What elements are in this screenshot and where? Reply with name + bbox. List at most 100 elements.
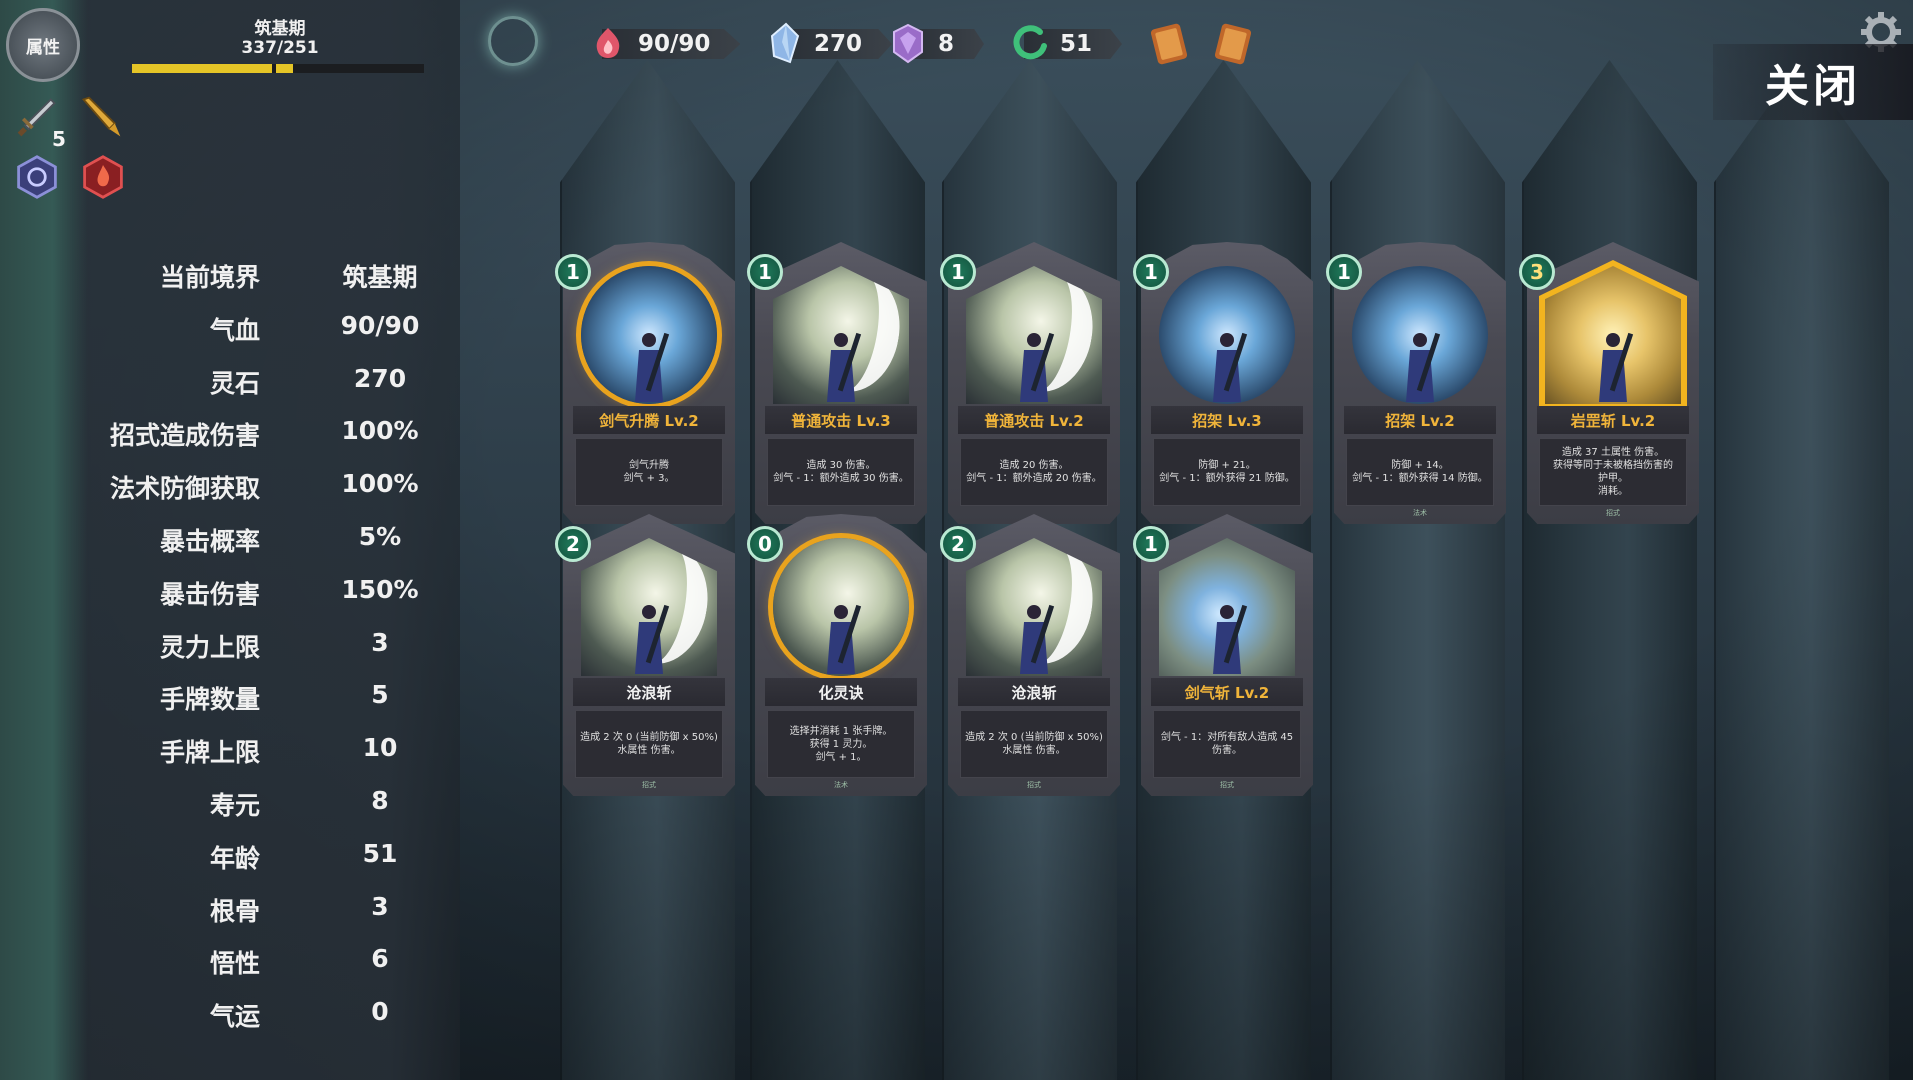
stat-row: 法术防御获取 100%: [70, 469, 450, 522]
spirit-orb-icon[interactable]: [10, 150, 64, 204]
skill-card[interactable]: 3 岩罡斩 Lv.2 造成 37 土属性 伤害。 获得等同于未被格挡伤害的 护甲。 消耗。…: [1519, 242, 1707, 524]
card-art: [1159, 266, 1295, 404]
attributes-button[interactable]: 属性: [6, 8, 80, 82]
card-type: 法术: [834, 781, 848, 789]
stat-value: 100%: [341, 469, 419, 499]
card-description-line: 造成 30 伤害。: [806, 460, 876, 471]
stat-row: 招式造成伤害 100%: [70, 416, 450, 469]
exp-bar: [132, 64, 424, 73]
dagger-icon[interactable]: [74, 90, 128, 144]
skill-card[interactable]: 1 招架 Lv.3 防御 + 21。 剑气 - 1：额外获得 21 防御。: [1133, 242, 1321, 524]
card-title: 沧浪斩: [573, 678, 725, 706]
card-art: [581, 266, 717, 404]
stat-label: 气血: [209, 315, 260, 345]
card-cost: 1: [1133, 526, 1169, 562]
card-description-line: 剑气 - 1：额外造成 30 伤害。: [773, 473, 909, 484]
stat-label: 根骨: [209, 896, 260, 926]
card-description-line: 剑气 - 1：对所有敌人造成 45: [1160, 732, 1294, 743]
stat-label: 寿元: [209, 790, 260, 820]
portal-ring-icon: [488, 16, 538, 66]
card-cost: 1: [940, 254, 976, 290]
stat-value: 270: [353, 363, 407, 393]
stat-value: 0: [371, 997, 389, 1027]
skill-card[interactable]: 1 普通攻击 Lv.2 造成 20 伤害。 剑气 - 1：额外造成 20 伤害。: [940, 242, 1128, 524]
card-cost: 2: [555, 526, 591, 562]
stat-value: 6: [371, 944, 389, 974]
skill-card[interactable]: 1 剑气升腾 Lv.2 剑气升腾 剑气 + 3。: [555, 242, 743, 524]
card-description-line: 剑气 - 1：额外造成 20 伤害。: [966, 473, 1102, 484]
card-description-line: 水属性 伤害。: [1002, 745, 1066, 756]
stat-value: 100%: [341, 416, 419, 446]
stat-label: 灵石: [209, 368, 260, 398]
card-description-line: 防御 + 21。: [1198, 460, 1256, 471]
card-title: 剑气斩 Lv.2: [1151, 678, 1303, 706]
swordsman-figure-icon: [625, 328, 670, 402]
card-description: 选择并消耗 1 张手牌。 获得 1 灵力。 剑气 + 1。: [767, 710, 915, 778]
stat-value: 51: [362, 838, 398, 868]
stat-value: 90/90: [340, 310, 420, 340]
talisman-relic-icon[interactable]: [1210, 20, 1256, 68]
stats-list: 当前境界 筑基期 气血 90/90 灵石 270 招式造成伤害 100% 法术防御获取 1…: [70, 258, 450, 1050]
card-cost: 1: [1133, 254, 1169, 290]
card-description: 防御 + 21。 剑气 - 1：额外获得 21 防御。: [1153, 438, 1301, 506]
attributes-button-label: 属性: [26, 37, 60, 58]
stat-label: 气运: [209, 1002, 260, 1032]
close-button-label: 关闭: [1765, 61, 1861, 112]
stat-row: 气运 0: [70, 997, 450, 1050]
card-description-line: 防御 + 14。: [1391, 460, 1449, 471]
stat-row: 当前境界 筑基期: [70, 258, 450, 311]
stat-label: 当前境界: [159, 263, 260, 292]
scroll-relic-icon[interactable]: [1146, 20, 1192, 68]
swordsman-figure-icon: [1010, 328, 1055, 402]
stat-row: 气血 90/90: [70, 311, 450, 364]
card-description: 造成 2 次 0 (当前防御 x 50%) 水属性 伤害。: [960, 710, 1108, 778]
close-button[interactable]: 关闭: [1713, 44, 1913, 120]
stat-label: 年龄: [209, 843, 260, 873]
card-title: 招架 Lv.2: [1344, 406, 1496, 434]
swordsman-figure-icon: [625, 600, 670, 674]
realm-name: 筑基期: [254, 19, 306, 39]
stat-label: 暴击伤害: [159, 579, 260, 609]
card-cost: 1: [1326, 254, 1362, 290]
stat-row: 灵力上限 3: [70, 628, 450, 681]
stat-value: 8: [371, 785, 389, 815]
stat-row: 暴击伤害 150%: [70, 575, 450, 628]
stat-row: 手牌数量 5: [70, 680, 450, 733]
stat-value: 5: [371, 680, 389, 710]
card-description-line: 消耗。: [1598, 486, 1628, 497]
card-description-line: 护甲。: [1598, 473, 1628, 484]
card-description: 造成 20 伤害。剑气 - 1：额外造成 20 伤害。: [960, 438, 1108, 506]
card-description-line: 获得 1 灵力。: [809, 738, 873, 750]
card-description: 防御 + 14。 剑气 - 1：额外获得 14 防御。: [1346, 438, 1494, 506]
swordsman-figure-icon: [817, 328, 862, 402]
skill-card[interactable]: 2 沧浪斩 造成 2 次 0 (当前防御 x 50%) 水属性 伤害。 招式: [555, 514, 743, 796]
card-type: 招式: [1027, 781, 1041, 789]
card-grid: 1 剑气升腾 Lv.2 剑气升腾 剑气 + 3。 1 普通攻击 Lv.3 造成 30 伤害。…: [555, 242, 1735, 802]
skill-card[interactable]: 1 普通攻击 Lv.3 造成 30 伤害。剑气 - 1：额外造成 30 伤害。: [747, 242, 935, 524]
flame-seal-icon[interactable]: [76, 150, 130, 204]
card-description-line: 造成 37 土属性 伤害。: [1561, 447, 1665, 458]
card-type: 招式: [1606, 509, 1620, 517]
stat-row: 手牌上限 10: [70, 733, 450, 786]
card-title: 岩罡斩 Lv.2: [1537, 406, 1689, 434]
skill-card[interactable]: 1 招架 Lv.2 防御 + 14。 剑气 - 1：额外获得 14 防御。 法术: [1326, 242, 1514, 524]
card-description-line: 造成 20 伤害。: [999, 460, 1069, 471]
stat-row: 暴击概率 5%: [70, 522, 450, 575]
realm-exp: 337/251: [241, 38, 319, 58]
skill-card[interactable]: 1 剑气斩 Lv.2 剑气 - 1：对所有敌人造成 45 伤害。 招式: [1133, 514, 1321, 796]
skill-card[interactable]: 0 化灵诀 选择并消耗 1 张手牌。 获得 1 灵力。 剑气 + 1。 法术: [747, 514, 935, 796]
stone-resource: 270: [764, 18, 893, 70]
stat-row: 灵石 270: [70, 364, 450, 417]
stat-value: 3: [371, 627, 389, 657]
stat-value: 10: [362, 733, 398, 763]
card-cost: 1: [555, 254, 591, 290]
stat-label: 暴击概率: [159, 526, 260, 556]
stat-label: 灵力上限: [159, 632, 260, 662]
card-description-line: 剑气升腾: [629, 460, 669, 471]
gem-icon: [888, 22, 928, 66]
card-cost: 1: [747, 254, 783, 290]
stat-value: 5%: [358, 521, 402, 551]
card-title: 普通攻击 Lv.3: [765, 406, 917, 434]
skill-card[interactable]: 2 沧浪斩 造成 2 次 0 (当前防御 x 50%) 水属性 伤害。 招式: [940, 514, 1128, 796]
stat-label: 手牌数量: [159, 685, 260, 715]
